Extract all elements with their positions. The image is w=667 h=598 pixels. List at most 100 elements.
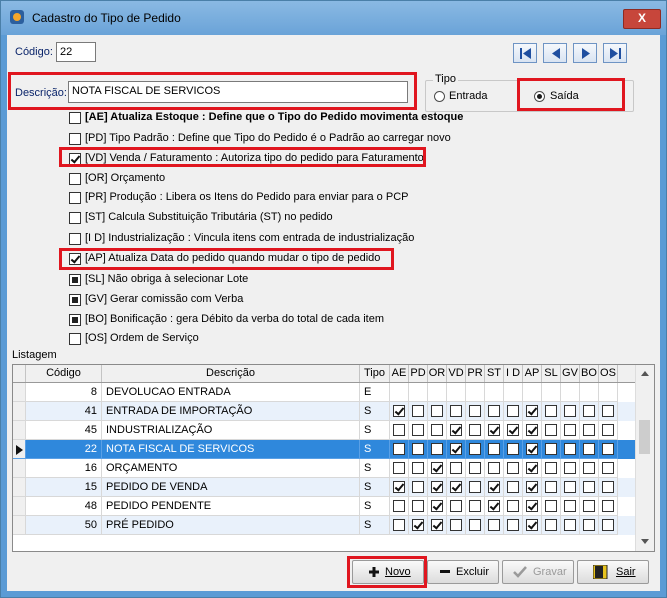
flag-checkbox[interactable] (602, 462, 614, 474)
column-header-pd[interactable]: PD (409, 365, 428, 382)
flag-checkbox[interactable] (412, 500, 424, 512)
scroll-up-icon[interactable] (636, 367, 654, 381)
flag-checkbox[interactable] (602, 500, 614, 512)
flag-checkbox[interactable] (564, 500, 576, 512)
column-header-c-digo[interactable]: Código (26, 365, 102, 382)
last-record-button[interactable] (603, 43, 627, 63)
table-row[interactable]: 15 PEDIDO DE VENDA S (13, 478, 635, 497)
flag-checkbox[interactable] (488, 424, 500, 436)
flag-checkbox[interactable] (488, 462, 500, 474)
column-header-vd[interactable]: VD (447, 365, 466, 382)
descricao-input[interactable]: NOTA FISCAL DE SERVICOS (68, 81, 408, 103)
flag-checkbox[interactable] (545, 462, 557, 474)
flag-checkbox[interactable] (583, 481, 595, 493)
codigo-input[interactable]: 22 (56, 42, 96, 62)
flag-checkbox[interactable] (583, 519, 595, 531)
flag-checkbox[interactable] (393, 481, 405, 493)
close-button[interactable]: X (623, 9, 661, 29)
flag-checkbox[interactable] (545, 500, 557, 512)
column-header-ap[interactable]: AP (523, 365, 542, 382)
flag-checkbox[interactable] (602, 481, 614, 493)
table-row[interactable]: 16 ORÇAMENTO S (13, 459, 635, 478)
flag-checkbox[interactable] (545, 481, 557, 493)
flag-checkbox[interactable] (545, 424, 557, 436)
flag-checkbox[interactable] (583, 405, 595, 417)
flag-checkbox[interactable] (431, 481, 443, 493)
flag-checkbox[interactable] (488, 443, 500, 455)
table-row[interactable]: 50 PRÉ PEDIDO S (13, 516, 635, 535)
flag-checkbox[interactable] (412, 443, 424, 455)
flag-checkbox[interactable] (526, 405, 538, 417)
flag-checkbox[interactable] (602, 519, 614, 531)
flag-checkbox[interactable] (564, 519, 576, 531)
flag-checkbox[interactable] (526, 424, 538, 436)
flag-checkbox[interactable] (545, 443, 557, 455)
novo-button[interactable]: Novo (352, 560, 424, 584)
flag-checkbox[interactable] (507, 443, 519, 455)
flag-checkbox[interactable] (450, 519, 462, 531)
flag-checkbox[interactable] (393, 519, 405, 531)
flag-checkbox[interactable] (469, 424, 481, 436)
flag-checkbox[interactable] (507, 462, 519, 474)
column-header-gv[interactable]: GV (561, 365, 580, 382)
flag-checkbox[interactable] (450, 481, 462, 493)
column-header-sl[interactable]: SL (542, 365, 561, 382)
flag-checkbox[interactable] (450, 462, 462, 474)
column-header-bo[interactable]: BO (580, 365, 599, 382)
flag-checkbox[interactable] (393, 443, 405, 455)
flag-checkbox[interactable] (526, 462, 538, 474)
flag-checkbox[interactable] (545, 405, 557, 417)
flag-checkbox[interactable] (431, 405, 443, 417)
flag-checkbox[interactable] (564, 443, 576, 455)
flag-checkbox[interactable] (431, 443, 443, 455)
flag-checkbox[interactable] (412, 519, 424, 531)
table-row[interactable]: 8 DEVOLUCAO ENTRADA E (13, 383, 635, 402)
column-header-descri-o[interactable]: Descrição (102, 365, 360, 382)
flag-checkbox[interactable] (583, 424, 595, 436)
option-os-checkbox[interactable] (69, 333, 81, 345)
scroll-down-icon[interactable] (636, 535, 654, 549)
flag-checkbox[interactable] (507, 424, 519, 436)
grid-scrollbar[interactable] (635, 365, 654, 551)
flag-checkbox[interactable] (564, 424, 576, 436)
flag-checkbox[interactable] (602, 443, 614, 455)
gravar-button[interactable]: Gravar (502, 560, 574, 584)
flag-checkbox[interactable] (564, 481, 576, 493)
flag-checkbox[interactable] (564, 462, 576, 474)
flag-checkbox[interactable] (469, 519, 481, 531)
flag-checkbox[interactable] (526, 500, 538, 512)
flag-checkbox[interactable] (488, 405, 500, 417)
option-bo-checkbox[interactable] (69, 314, 81, 326)
entrada-radio[interactable] (434, 91, 445, 102)
sair-button[interactable]: Sair (577, 560, 649, 584)
table-row[interactable]: 48 PEDIDO PENDENTE S (13, 497, 635, 516)
column-header-os[interactable]: OS (599, 365, 618, 382)
flag-checkbox[interactable] (469, 481, 481, 493)
flag-checkbox[interactable] (526, 481, 538, 493)
flag-checkbox[interactable] (393, 462, 405, 474)
flag-checkbox[interactable] (431, 462, 443, 474)
next-record-button[interactable] (573, 43, 597, 63)
flag-checkbox[interactable] (507, 519, 519, 531)
flag-checkbox[interactable] (507, 405, 519, 417)
flag-checkbox[interactable] (450, 424, 462, 436)
column-header-i-d[interactable]: I D (504, 365, 523, 382)
flag-checkbox[interactable] (393, 405, 405, 417)
saida-radio[interactable] (534, 91, 545, 102)
option-id-checkbox[interactable] (69, 233, 81, 245)
flag-checkbox[interactable] (393, 424, 405, 436)
flag-checkbox[interactable] (412, 405, 424, 417)
flag-checkbox[interactable] (488, 500, 500, 512)
flag-checkbox[interactable] (583, 462, 595, 474)
column-header-ae[interactable]: AE (390, 365, 409, 382)
column-header-tipo[interactable]: Tipo (360, 365, 390, 382)
flag-checkbox[interactable] (450, 500, 462, 512)
option-pd-checkbox[interactable] (69, 133, 81, 145)
flag-checkbox[interactable] (431, 424, 443, 436)
flag-checkbox[interactable] (412, 424, 424, 436)
flag-checkbox[interactable] (602, 424, 614, 436)
option-pr-checkbox[interactable] (69, 192, 81, 204)
flag-checkbox[interactable] (450, 443, 462, 455)
column-header-or[interactable]: OR (428, 365, 447, 382)
flag-checkbox[interactable] (412, 481, 424, 493)
